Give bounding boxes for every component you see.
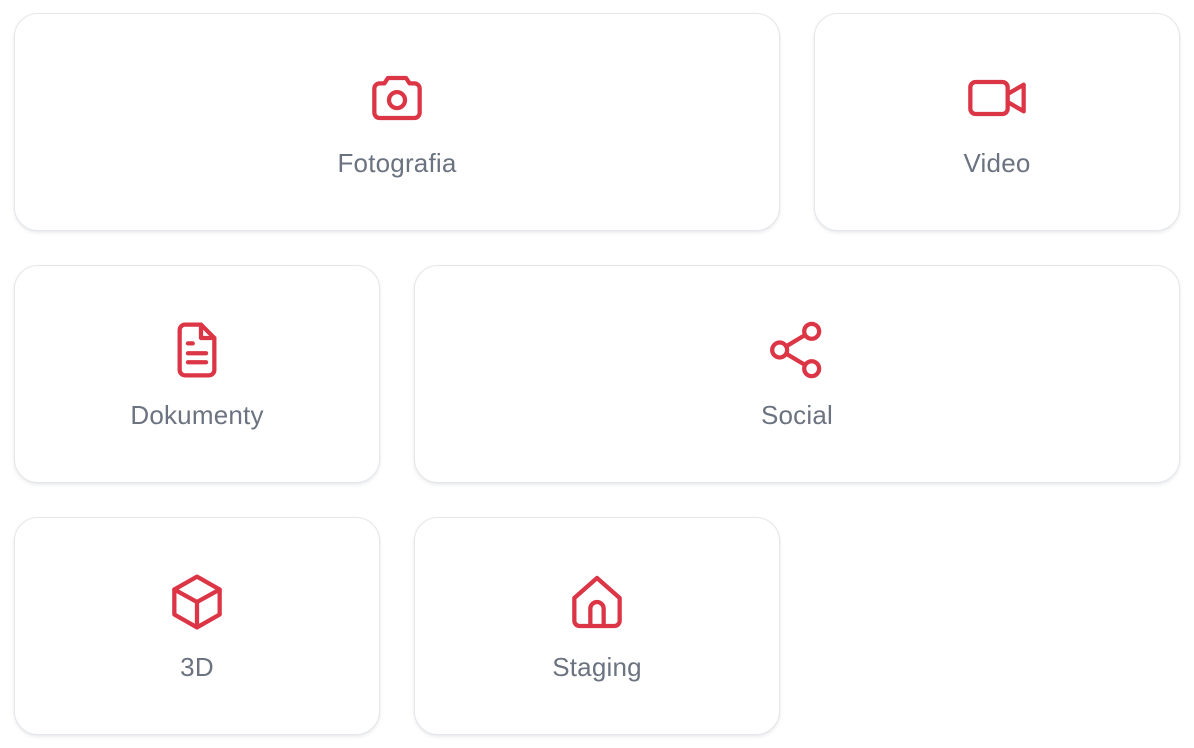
3d-card[interactable]: 3D: [14, 517, 380, 735]
fotografia-label: Fotografia: [337, 148, 457, 178]
dokumenty-card[interactable]: Dokumenty: [14, 265, 380, 483]
dokumenty-label: Dokumenty: [130, 400, 264, 430]
video-camera-icon: [965, 66, 1029, 130]
document-icon: [165, 318, 229, 382]
video-label: Video: [963, 148, 1031, 178]
camera-icon: [365, 66, 429, 130]
staging-card[interactable]: Staging: [414, 517, 780, 735]
video-card[interactable]: Video: [814, 13, 1180, 231]
social-label: Social: [760, 400, 833, 430]
share-icon: [765, 318, 829, 382]
staging-label: Staging: [552, 652, 642, 682]
social-card[interactable]: Social: [414, 265, 1180, 483]
3d-label: 3D: [180, 652, 214, 682]
cube-icon: [165, 570, 229, 634]
home-icon: [565, 570, 629, 634]
fotografia-card[interactable]: Fotografia: [14, 13, 780, 231]
